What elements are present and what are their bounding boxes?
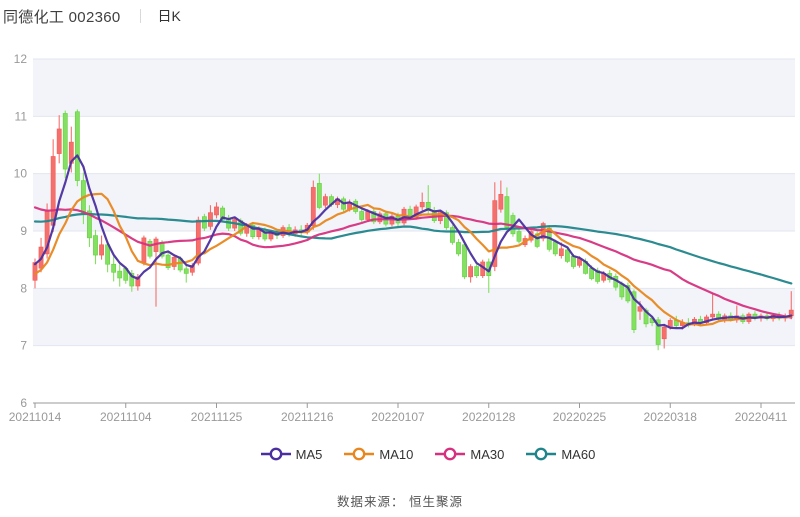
candle-up[interactable] — [366, 211, 370, 219]
candle-down[interactable] — [360, 211, 364, 219]
y-tick-label: 9 — [20, 224, 27, 238]
candle-up[interactable] — [51, 156, 55, 225]
candle-down[interactable] — [75, 112, 79, 181]
candle-up[interactable] — [420, 202, 424, 207]
y-tick-label: 8 — [20, 281, 27, 295]
y-tick-label: 10 — [14, 167, 28, 181]
candle-down[interactable] — [202, 217, 206, 228]
ma30-legend-marker-icon — [435, 446, 465, 462]
plot-band — [33, 288, 795, 345]
data-source-caption: 数据来源： 恒生聚源 — [0, 491, 800, 510]
candle-up[interactable] — [99, 245, 103, 255]
legend-item-ma60[interactable]: MA60 — [526, 446, 595, 462]
candle-down[interactable] — [148, 241, 152, 256]
legend-item-ma10[interactable]: MA10 — [344, 446, 413, 462]
ma60-legend-marker-icon — [526, 446, 556, 462]
candle-down[interactable] — [553, 242, 557, 254]
candle-up[interactable] — [172, 257, 176, 266]
plot-band — [33, 174, 795, 231]
y-tick-label: 11 — [15, 109, 28, 123]
y-tick-label: 6 — [20, 396, 27, 410]
x-tick-label: 20220411 — [735, 410, 788, 424]
candle-down[interactable] — [475, 267, 479, 276]
candle-down[interactable] — [571, 256, 575, 266]
chart-legend: MA5 MA10 MA30 MA60 — [28, 446, 800, 462]
legend-label: MA30 — [470, 447, 504, 462]
candle-up[interactable] — [323, 197, 327, 206]
y-tick-label: 7 — [20, 339, 27, 353]
candle-up[interactable] — [559, 249, 563, 256]
ma10-legend-marker-icon — [344, 446, 374, 462]
x-tick-label: 20220318 — [644, 410, 698, 424]
candle-down[interactable] — [118, 271, 122, 278]
candle-up[interactable] — [662, 327, 666, 338]
candle-down[interactable] — [450, 228, 454, 243]
candle-up[interactable] — [57, 129, 61, 154]
x-tick-label: 20211216 — [281, 410, 334, 424]
y-tick-label: 12 — [14, 52, 28, 66]
candle-down[interactable] — [462, 245, 466, 277]
candle-down[interactable] — [565, 250, 569, 261]
period-tab-daily-k[interactable]: 日K — [158, 6, 181, 26]
legend-label: MA10 — [379, 447, 413, 462]
header-separator — [140, 9, 141, 23]
candle-up[interactable] — [711, 314, 715, 317]
legend-item-ma30[interactable]: MA30 — [435, 446, 504, 462]
candle-down[interactable] — [505, 197, 509, 228]
x-tick-label: 20211014 — [9, 410, 62, 424]
legend-label: MA5 — [296, 447, 323, 462]
plot-band — [33, 59, 795, 116]
ma5-legend-marker-icon — [261, 446, 291, 462]
candle-up[interactable] — [469, 267, 473, 277]
legend-label: MA60 — [561, 447, 595, 462]
candle-down[interactable] — [63, 113, 67, 169]
candle-down[interactable] — [184, 269, 188, 274]
candle-up[interactable] — [499, 194, 503, 209]
candle-down[interactable] — [93, 236, 97, 255]
candle-down[interactable] — [317, 183, 321, 207]
candle-down[interactable] — [112, 264, 116, 272]
legend-item-ma5[interactable]: MA5 — [261, 446, 323, 462]
x-tick-label: 20220225 — [553, 410, 607, 424]
candle-up[interactable] — [208, 213, 212, 227]
candle-up[interactable] — [142, 238, 146, 263]
candle-down[interactable] — [517, 232, 521, 242]
x-tick-label: 20211125 — [191, 410, 243, 424]
candlestick-chart[interactable]: 20211014 20211104 20211125 20211216 20220107… — [0, 0, 800, 440]
candle-up[interactable] — [214, 207, 218, 215]
x-tick-label: 20220107 — [371, 410, 425, 424]
chart-header: 同德化工 002360 日K — [3, 5, 181, 27]
candle-down[interactable] — [456, 242, 460, 253]
stock-title: 同德化工 002360 — [3, 6, 121, 27]
x-tick-label: 20211104 — [100, 410, 152, 424]
x-tick-label: 20220128 — [462, 410, 516, 424]
